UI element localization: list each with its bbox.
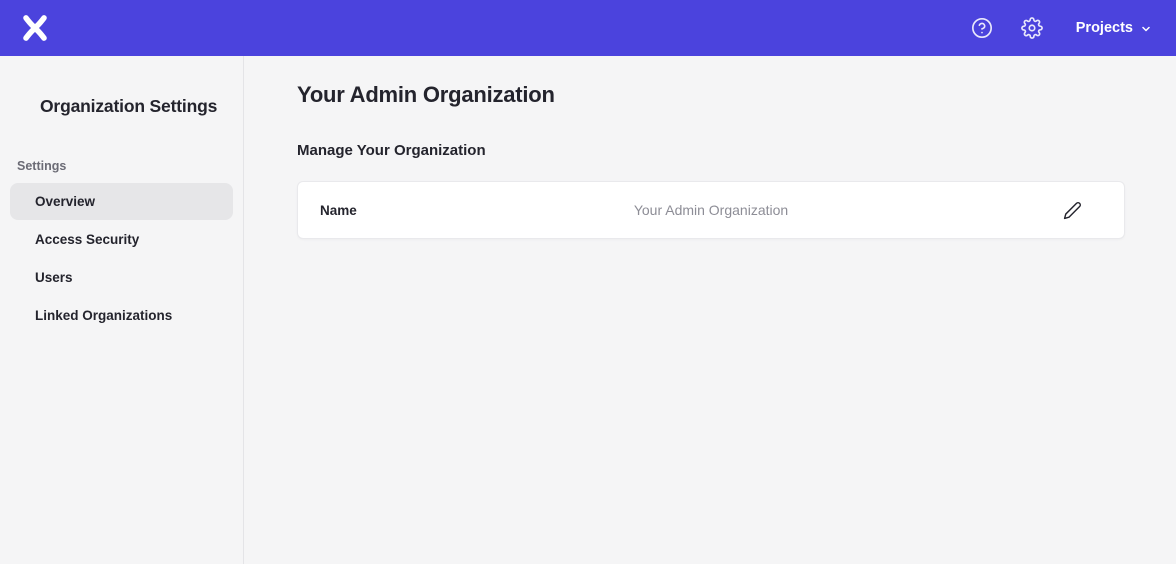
projects-dropdown-label: Projects xyxy=(1076,20,1133,36)
sidebar-item-label: Users xyxy=(35,270,73,285)
pencil-icon xyxy=(1063,201,1082,220)
projects-dropdown[interactable]: Projects xyxy=(1076,20,1152,36)
sidebar-item-label: Access Security xyxy=(35,232,139,247)
sidebar-item-label: Overview xyxy=(35,194,95,209)
sidebar-item-overview[interactable]: Overview xyxy=(10,183,233,220)
sidebar-section-label: Settings xyxy=(17,159,243,173)
app-window: Projects Organization Settings Settings … xyxy=(0,0,1176,564)
section-title: Manage Your Organization xyxy=(297,142,1125,159)
page-title: Your Admin Organization xyxy=(297,82,1125,108)
sidebar-item-label: Linked Organizations xyxy=(35,308,172,323)
organization-name-card: Name Your Admin Organization xyxy=(297,181,1125,239)
organization-name-value: Your Admin Organization xyxy=(634,202,788,218)
sidebar-title: Organization Settings xyxy=(0,96,243,117)
gear-icon[interactable] xyxy=(1020,16,1044,40)
edit-name-button[interactable] xyxy=(1060,198,1084,222)
sidebar-nav: Overview Access Security Users Linked Or… xyxy=(0,183,243,334)
name-label: Name xyxy=(320,203,357,218)
sidebar: Organization Settings Settings Overview … xyxy=(0,56,244,564)
top-nav-bar: Projects xyxy=(0,0,1176,56)
sidebar-item-linked-organizations[interactable]: Linked Organizations xyxy=(10,297,233,334)
header-actions: Projects xyxy=(970,16,1152,40)
main-content: Your Admin Organization Manage Your Orga… xyxy=(244,56,1176,564)
help-icon[interactable] xyxy=(970,16,994,40)
chevron-down-icon xyxy=(1140,23,1152,35)
sidebar-item-access-security[interactable]: Access Security xyxy=(10,221,233,258)
page-body: Organization Settings Settings Overview … xyxy=(0,56,1176,564)
mux-logo-icon[interactable] xyxy=(20,13,50,43)
sidebar-item-users[interactable]: Users xyxy=(10,259,233,296)
